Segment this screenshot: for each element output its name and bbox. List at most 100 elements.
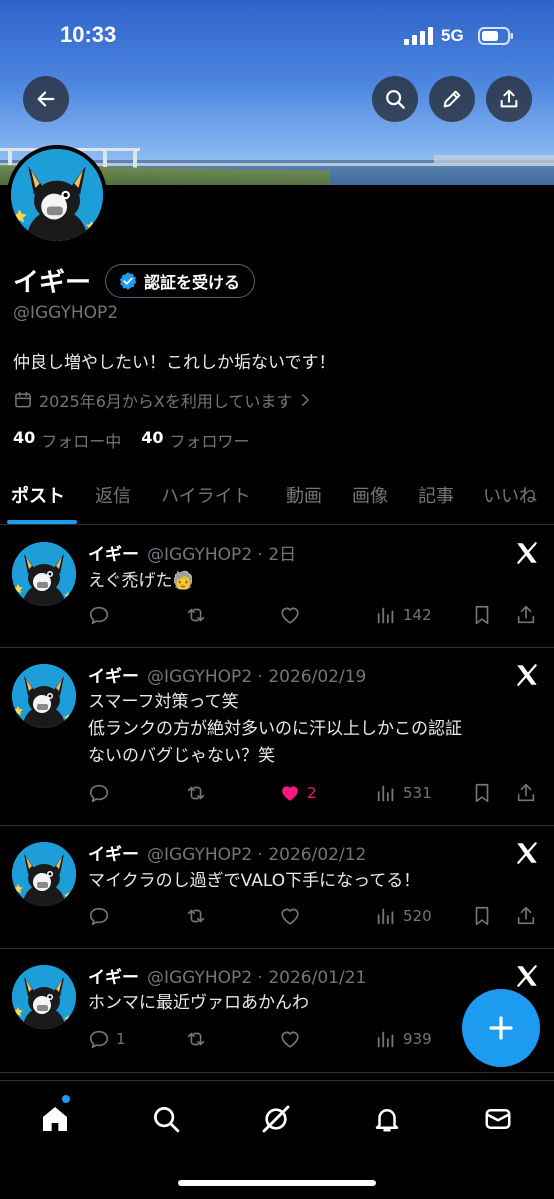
post-header: イギー @IGGYHOP2 · 2026/02/19 bbox=[88, 662, 366, 687]
joined-date[interactable]: 2025年6月からXを利用しています bbox=[13, 388, 320, 412]
bookmark-icon bbox=[475, 906, 489, 926]
heart-icon bbox=[281, 607, 299, 624]
repost-button[interactable] bbox=[185, 905, 207, 927]
tab-videos[interactable]: 動画 bbox=[286, 482, 322, 508]
post-item[interactable]: イギー @IGGYHOP2 · 2026/02/19 スマーフ対策って笑 低ランク… bbox=[0, 648, 554, 826]
views-count: 939 bbox=[403, 1030, 432, 1048]
following-label: フォロー中 bbox=[41, 432, 122, 451]
tab-likes[interactable]: いいね bbox=[483, 482, 537, 508]
tab-highlights[interactable]: ハイライト bbox=[161, 482, 251, 508]
post-author-name: イギー bbox=[88, 545, 139, 565]
grok-x-icon[interactable] bbox=[514, 840, 540, 866]
tab-posts[interactable]: ポスト bbox=[11, 482, 65, 508]
repost-icon bbox=[187, 909, 205, 923]
tab-articles[interactable]: 記事 bbox=[418, 482, 454, 508]
reply-button[interactable] bbox=[88, 604, 116, 626]
get-verified-button[interactable]: 認証を受ける bbox=[105, 263, 256, 298]
reply-button[interactable] bbox=[88, 905, 116, 927]
post-avatar[interactable] bbox=[12, 965, 76, 1029]
edit-button[interactable] bbox=[429, 76, 475, 122]
like-button[interactable]: 2 bbox=[279, 782, 317, 804]
tab-photos[interactable]: 画像 bbox=[352, 482, 388, 508]
profile-avatar[interactable] bbox=[7, 145, 107, 245]
arrow-left-icon bbox=[37, 91, 55, 107]
profile-tabs: ポスト 返信 ハイライト 動画 画像 記事 いいね bbox=[0, 468, 554, 525]
bookmark-button[interactable] bbox=[471, 905, 493, 927]
status-time: 10:33 bbox=[60, 22, 117, 47]
older-person-emoji: 🧓 bbox=[172, 571, 194, 591]
post-author-name: イギー bbox=[88, 968, 139, 988]
post-item[interactable]: イギー @IGGYHOP2 · 2日 えぐ禿げた🧓 142 bbox=[0, 526, 554, 648]
chevron-right-icon bbox=[302, 394, 310, 406]
display-name: イギー bbox=[13, 268, 92, 298]
like-button[interactable] bbox=[279, 1028, 307, 1050]
like-button[interactable] bbox=[279, 905, 307, 927]
post-header: イギー @IGGYHOP2 · 2026/02/12 bbox=[88, 840, 366, 865]
post-item[interactable]: イギー @IGGYHOP2 · 2026/02/12 マイクラのし過ぎでVALO下… bbox=[0, 826, 554, 949]
grok-x-icon[interactable] bbox=[514, 662, 540, 688]
share-icon bbox=[517, 605, 535, 624]
heart-icon bbox=[281, 1031, 299, 1048]
reply-button[interactable] bbox=[88, 782, 116, 804]
post-actions: 520 bbox=[88, 905, 548, 931]
grok-x-icon[interactable] bbox=[514, 963, 540, 989]
like-button[interactable] bbox=[279, 604, 307, 626]
post-actions: 2 531 bbox=[88, 782, 548, 808]
following-count: 40 bbox=[13, 428, 36, 447]
post-text-line: スマーフ対策って笑 bbox=[88, 692, 239, 712]
post-actions: 142 bbox=[88, 604, 548, 630]
back-button[interactable] bbox=[23, 76, 69, 122]
share-post-button[interactable] bbox=[515, 604, 537, 626]
share-icon bbox=[517, 906, 535, 925]
reply-icon bbox=[89, 907, 109, 926]
bell-icon bbox=[375, 1109, 399, 1132]
bookmark-icon bbox=[475, 605, 489, 625]
followers-link[interactable]: 40 フォロワー bbox=[141, 428, 249, 452]
plus-icon bbox=[489, 1016, 513, 1040]
nav-search[interactable] bbox=[146, 1099, 186, 1139]
post-avatar[interactable] bbox=[12, 664, 76, 728]
share-icon bbox=[517, 783, 535, 802]
battery-icon bbox=[478, 27, 513, 45]
post-text: マイクラのし過ぎでVALO下手になってる！ bbox=[88, 871, 421, 891]
views-button[interactable]: 939 bbox=[375, 1028, 432, 1050]
followers-count: 40 bbox=[141, 428, 164, 447]
repost-button[interactable] bbox=[185, 604, 207, 626]
dog-avatar-icon bbox=[11, 149, 103, 241]
following-link[interactable]: 40 フォロー中 bbox=[13, 428, 121, 452]
nav-messages[interactable] bbox=[478, 1099, 518, 1139]
dog-avatar-icon bbox=[12, 842, 76, 906]
profile-handle: @IGGYHOP2 bbox=[13, 303, 119, 323]
share-post-button[interactable] bbox=[515, 782, 537, 804]
home-icon bbox=[43, 1107, 67, 1131]
bookmark-button[interactable] bbox=[471, 604, 493, 626]
reply-button[interactable]: 1 bbox=[88, 1028, 126, 1050]
post-header: イギー @IGGYHOP2 · 2026/01/21 bbox=[88, 963, 366, 988]
share-button[interactable] bbox=[486, 76, 532, 122]
active-tab-indicator bbox=[7, 520, 77, 524]
post-meta: @IGGYHOP2 · 2026/01/21 bbox=[147, 968, 367, 988]
nav-notifications[interactable] bbox=[367, 1099, 407, 1139]
post-avatar[interactable] bbox=[12, 842, 76, 906]
repost-button[interactable] bbox=[185, 1028, 207, 1050]
post-author-name: イギー bbox=[88, 845, 139, 865]
views-button[interactable]: 531 bbox=[375, 782, 432, 804]
post-author-name: イギー bbox=[88, 667, 139, 687]
search-button[interactable] bbox=[372, 76, 418, 122]
grok-x-icon[interactable] bbox=[514, 540, 540, 566]
bookmark-button[interactable] bbox=[471, 782, 493, 804]
post-avatar[interactable] bbox=[12, 542, 76, 606]
nav-home[interactable] bbox=[35, 1099, 75, 1139]
compose-post-button[interactable] bbox=[462, 989, 540, 1067]
share-post-button[interactable] bbox=[515, 905, 537, 927]
views-count: 520 bbox=[403, 907, 432, 925]
repost-icon bbox=[187, 608, 205, 622]
repost-button[interactable] bbox=[185, 782, 207, 804]
views-count: 142 bbox=[403, 606, 432, 624]
tab-replies[interactable]: 返信 bbox=[95, 482, 131, 508]
views-button[interactable]: 142 bbox=[375, 604, 432, 626]
network-type: 5G bbox=[441, 26, 464, 45]
nav-grok[interactable] bbox=[256, 1099, 296, 1139]
views-button[interactable]: 520 bbox=[375, 905, 432, 927]
profile-bio: 仲良し増やしたい！これしか垢ないです！ bbox=[13, 353, 336, 373]
